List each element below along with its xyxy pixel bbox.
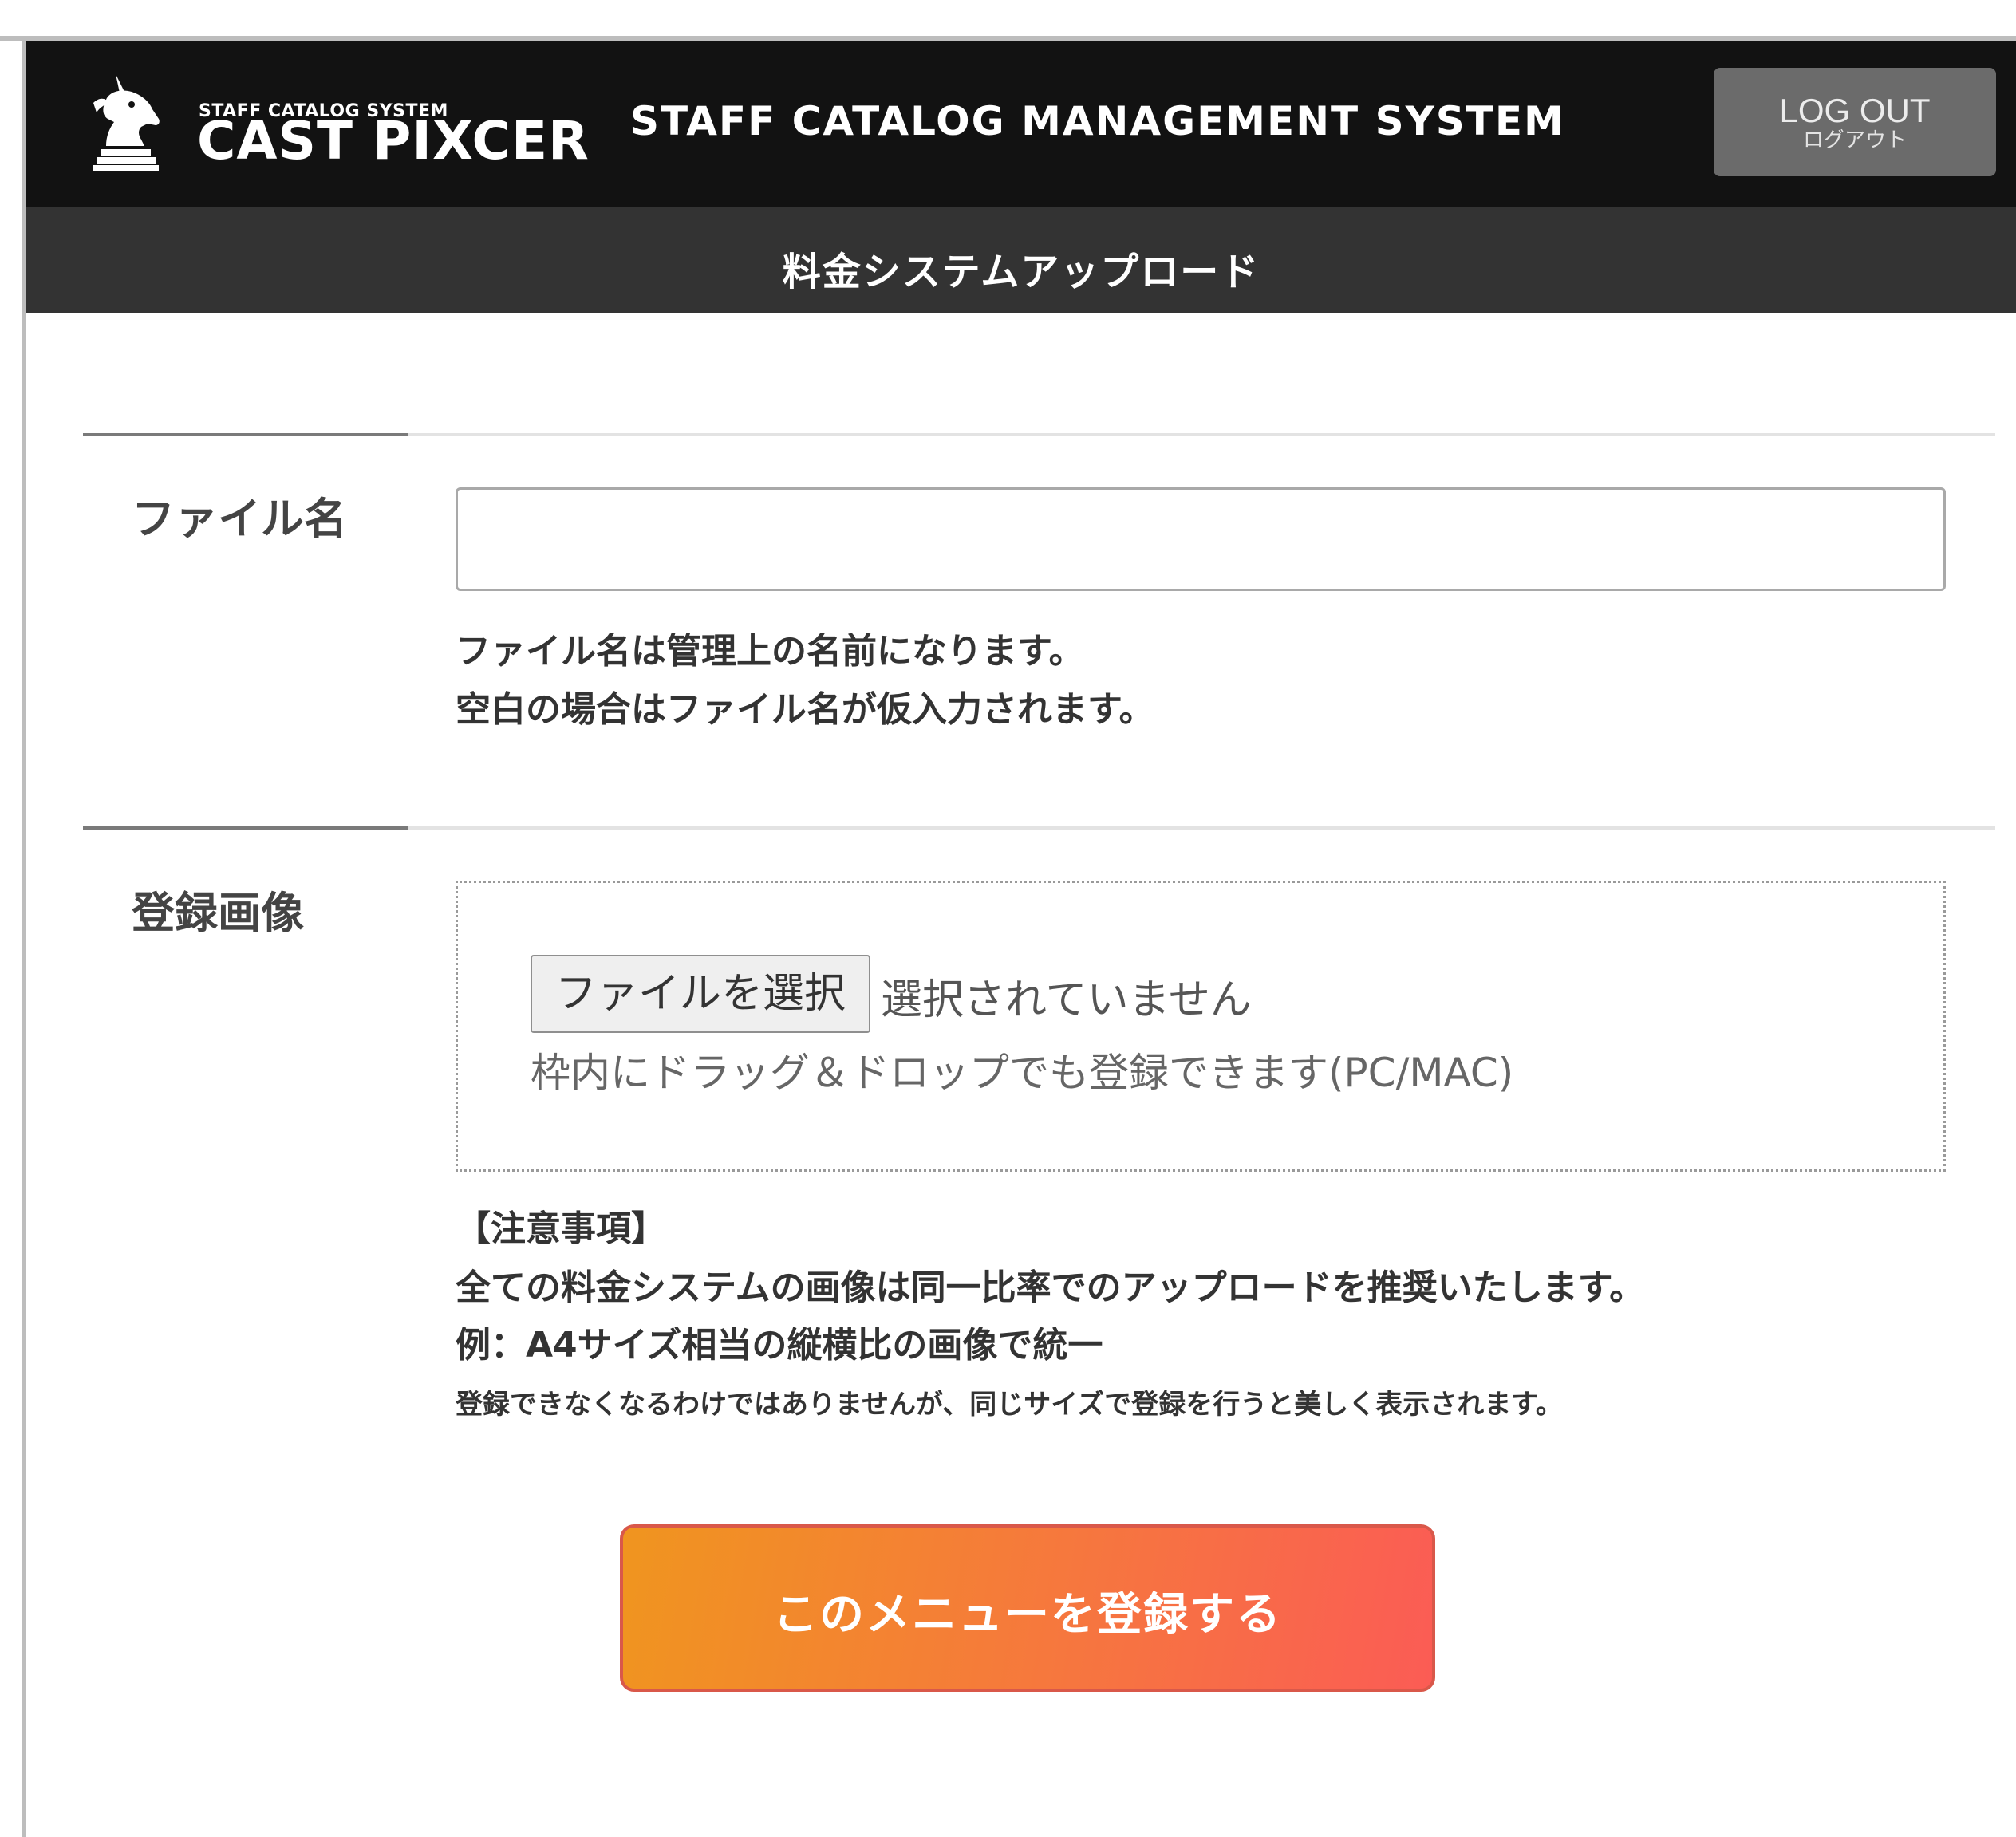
file-status-text: 選択されていません — [881, 976, 1252, 1024]
choose-file-button[interactable]: ファイルを選択 — [531, 955, 870, 1033]
section-divider-image — [83, 826, 1995, 830]
page-title: 料金システムアップロード — [782, 250, 1260, 294]
file-dropzone[interactable]: ファイルを選択 選択されていません 枠内にドラッグ＆ドロップでも登録できます(P… — [456, 881, 1946, 1172]
register-menu-label: このメニューを登録する — [773, 1589, 1282, 1641]
page-frame: STAFF CATALOG SYSTEM CAST PIXCER STAFF C… — [0, 0, 2016, 1837]
filename-help-line2: 空白の場合はファイル名が仮入力されます。 — [456, 689, 1154, 730]
logo-wordmark: CAST PIXCER — [197, 110, 590, 171]
register-menu-button[interactable]: このメニューを登録する — [620, 1524, 1435, 1692]
drop-hint-text: 枠内にドラッグ＆ドロップでも登録できます(PC/MAC) — [531, 1050, 1514, 1096]
divider-accent — [83, 826, 408, 830]
logout-button[interactable]: LOG OUT ログアウト — [1714, 68, 1996, 176]
filename-label: ファイル名 — [132, 494, 347, 544]
logout-label-jp: ログアウト — [1802, 128, 1907, 152]
system-title: STAFF CATALOG MANAGEMENT SYSTEM — [630, 98, 1565, 144]
filename-help-line1: ファイル名は管理上の名前になります。 — [456, 631, 1084, 672]
notice-line1: 全ての料金システムの画像は同一比率でのアップロードを推奨いたします。 — [456, 1267, 1645, 1308]
notice-line3: 登録できなくなるわけではありませんが、同じサイズで登録を行うと美しく表示されます… — [456, 1389, 1563, 1421]
unicorn-chess-knight-icon — [93, 74, 160, 171]
notice-line2: 例：A4サイズ相当の縦横比の画像で統一 — [456, 1325, 1103, 1366]
page-title-bar: 料金システムアップロード — [26, 207, 2016, 313]
filename-input[interactable] — [456, 487, 1946, 591]
notice-heading: 【注意事項】 — [456, 1208, 666, 1249]
section-divider-filename — [83, 433, 1995, 436]
logout-label-en: LOG OUT — [1779, 92, 1931, 129]
logo[interactable]: STAFF CATALOG SYSTEM CAST PIXCER — [82, 73, 589, 184]
image-label: 登録画像 — [132, 888, 304, 938]
divider-accent — [83, 433, 408, 436]
top-header: STAFF CATALOG SYSTEM CAST PIXCER STAFF C… — [26, 41, 2016, 207]
